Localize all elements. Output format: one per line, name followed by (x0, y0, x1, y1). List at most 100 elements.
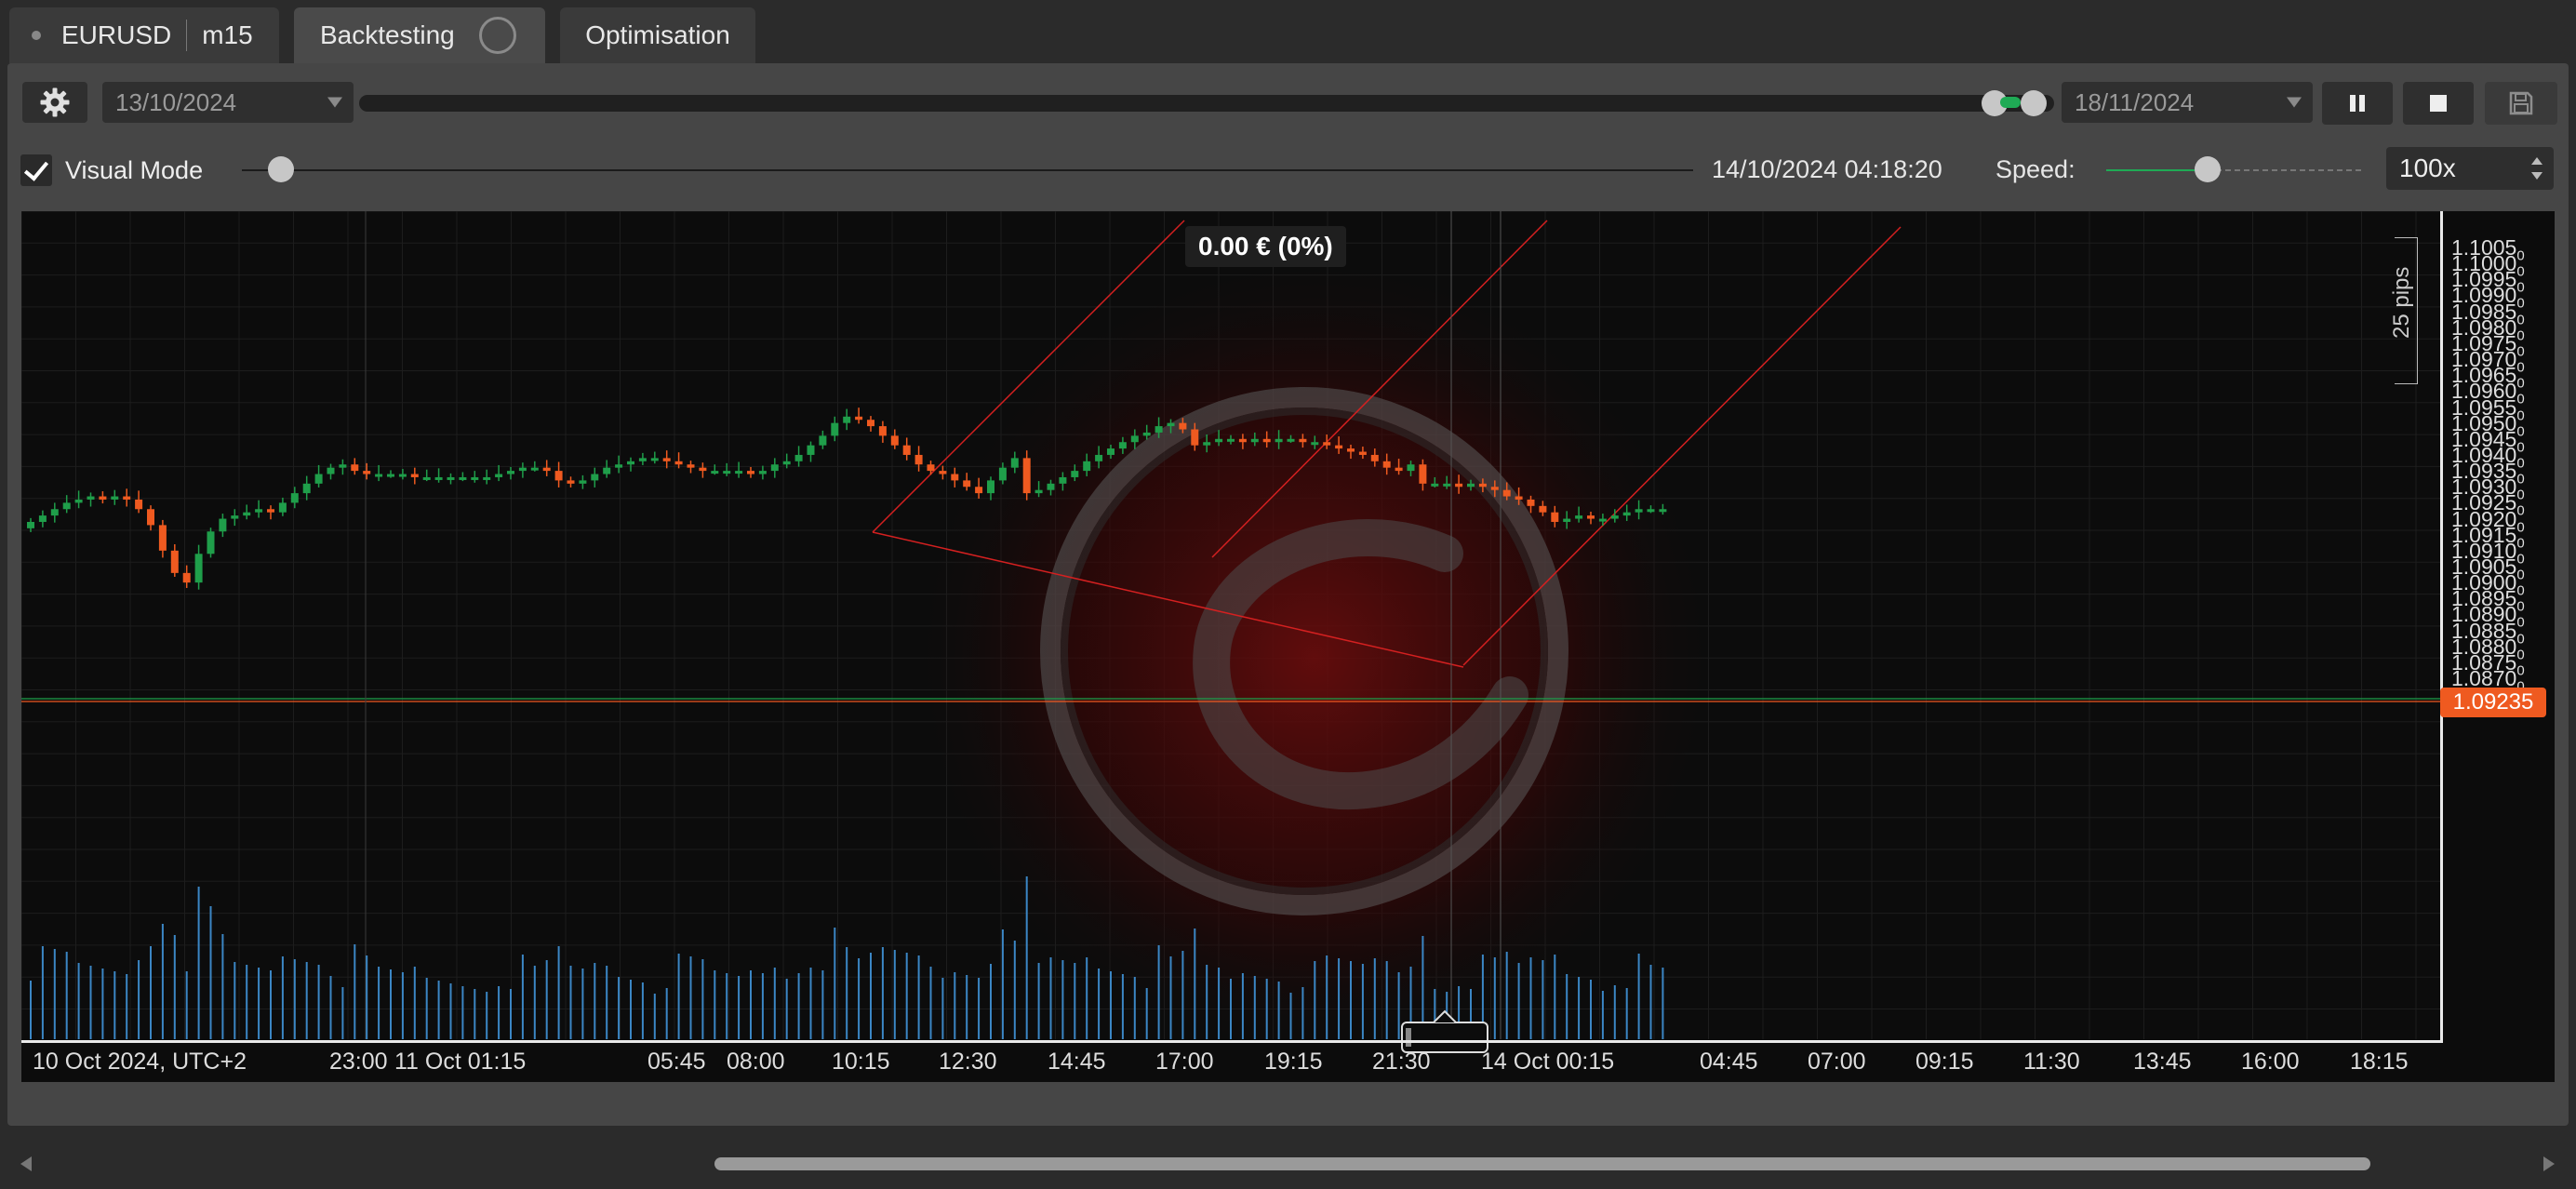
volume-bar (41, 946, 44, 1039)
volume-bar (1194, 928, 1196, 1039)
volume-bar (929, 967, 932, 1039)
start-date-select[interactable]: 13/10/2024 (102, 82, 354, 123)
pause-button[interactable] (2322, 82, 2393, 125)
candle-body (1167, 422, 1175, 427)
candle-body (627, 461, 634, 465)
tab-optimisation[interactable]: Optimisation (560, 7, 755, 63)
volume-bar (77, 963, 80, 1039)
end-date-select[interactable]: 18/11/2024 (2062, 82, 2313, 123)
candle-body (927, 464, 935, 472)
volume-bar (101, 969, 104, 1039)
volume-bar (1001, 929, 1004, 1039)
pips-label: 25 pips (2389, 266, 2414, 339)
candle-body (1502, 489, 1511, 497)
visual-progress-handle[interactable] (268, 156, 294, 182)
x-tick-label: 19:15 (1264, 1049, 1323, 1075)
volume-bar (1385, 961, 1388, 1039)
volume-bar (941, 978, 944, 1039)
volume-bar (809, 968, 812, 1039)
candle-body (459, 476, 467, 480)
save-button[interactable] (2485, 82, 2557, 125)
candle-body (170, 550, 179, 573)
scrollbar-thumb[interactable] (714, 1157, 2370, 1170)
volume-bar (606, 966, 608, 1039)
volume-bar (234, 962, 236, 1039)
candle-body (1323, 442, 1331, 446)
floppy-disk-icon (2509, 91, 2533, 115)
candle-body (471, 476, 479, 480)
candle-body (507, 471, 514, 474)
candle-body (650, 458, 659, 461)
candle-body (1382, 461, 1391, 468)
volume-bar (221, 934, 224, 1039)
volume-bar (1289, 993, 1292, 1039)
candle-body (351, 464, 359, 472)
volume-bar (173, 935, 176, 1039)
candle-body (1034, 489, 1043, 494)
speed-slider-track[interactable] (2216, 169, 2361, 171)
candle-body (1059, 476, 1067, 484)
candle-body (1478, 483, 1487, 488)
chevron-down-icon (2287, 97, 2302, 108)
backtesting-panel: 13/10/2024 18/11/2024 Visual Mode 14/10/… (7, 63, 2569, 1171)
volume-bar (581, 969, 584, 1039)
x-tick-label: 05:45 (647, 1049, 706, 1075)
volume-bar (1121, 974, 1124, 1039)
settings-button[interactable] (22, 82, 87, 123)
volume-bar (1206, 965, 1208, 1039)
volume-bar (846, 947, 848, 1039)
volume-bar (1157, 945, 1160, 1039)
candle-body (878, 426, 887, 436)
stop-button[interactable] (2403, 82, 2474, 125)
status-dot-icon (32, 31, 41, 40)
candle-body (951, 474, 959, 481)
volume-bar (161, 924, 164, 1039)
volume-bar (1265, 979, 1268, 1039)
candle-body (207, 531, 215, 554)
y-axis (2440, 211, 2443, 1043)
price-chart[interactable]: 1.10050 1.10000 1.09950 1.09900 1.09850 1.098… (21, 211, 2555, 1082)
candle-body (567, 480, 575, 484)
candle-body (1563, 518, 1571, 522)
candle-body (1527, 499, 1535, 506)
candle-body (1659, 509, 1667, 513)
volume-bar (1373, 958, 1376, 1039)
tab-backtesting[interactable]: Backtesting (294, 7, 545, 63)
speed-slider-handle[interactable] (2195, 156, 2221, 182)
volume-bar (1253, 976, 1256, 1039)
date-range-slider-track[interactable] (359, 95, 2054, 112)
candle-body (1215, 438, 1223, 443)
candle-body (87, 496, 95, 500)
volume-bar (533, 966, 536, 1039)
candle-body (1370, 454, 1379, 461)
volume-bar (630, 980, 632, 1039)
visual-mode-checkbox[interactable] (20, 154, 52, 186)
candle-body (782, 461, 791, 465)
volume-bar (209, 906, 212, 1039)
volume-bar (65, 952, 68, 1039)
x-tick-label: 13:45 (2133, 1049, 2192, 1075)
volume-bar (150, 946, 152, 1039)
volume-bar (486, 992, 488, 1039)
scroll-left-icon[interactable] (20, 1156, 32, 1171)
candle-body (182, 572, 191, 583)
candle-body (831, 422, 839, 436)
visual-mode-toggle[interactable]: Visual Mode (20, 154, 203, 186)
scroll-right-icon[interactable] (2543, 1156, 2555, 1171)
chart-scrollbar[interactable] (7, 1143, 2569, 1184)
volume-bar (978, 978, 981, 1039)
volume-bar (197, 887, 200, 1039)
candle-body (243, 512, 251, 516)
tab-symbol[interactable]: EURUSD m15 (9, 7, 279, 63)
volume-bar (1350, 961, 1352, 1039)
candle-body (111, 496, 119, 500)
range-fill (2000, 97, 2021, 108)
candle-body (902, 445, 911, 455)
volume-bar (270, 970, 272, 1039)
candle-body (1010, 458, 1019, 468)
start-date-value: 13/10/2024 (115, 87, 237, 116)
range-end-handle[interactable] (2021, 90, 2047, 116)
candle-body (1419, 464, 1427, 484)
scrollbar-canvas (20, 1156, 2555, 1171)
speed-select[interactable]: 100x (2386, 147, 2554, 190)
